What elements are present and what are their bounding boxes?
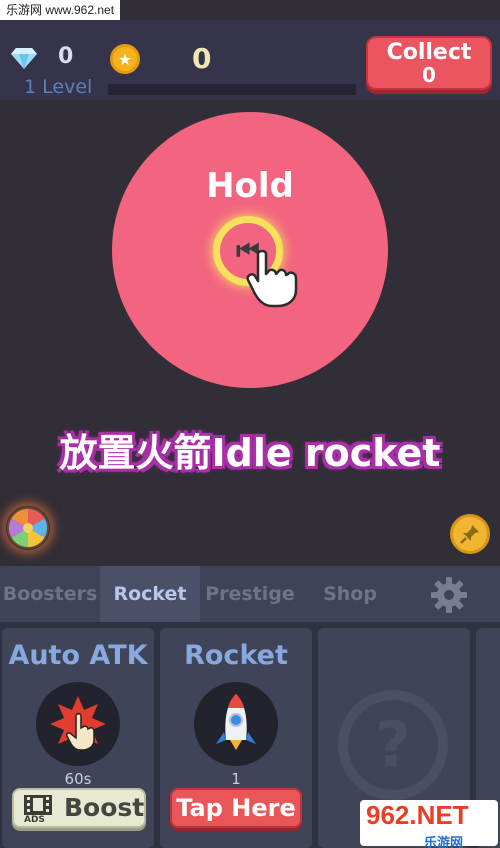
rocket-value: 1: [231, 770, 241, 788]
gear-icon[interactable]: [430, 576, 468, 614]
rocket-title: Rocket: [184, 640, 288, 671]
pushpin-icon: [460, 525, 479, 544]
game-screen: 乐游网 www.962.net 0 ★ 0 1 Level Collect 0 …: [0, 0, 500, 848]
hold-label: Hold: [206, 166, 294, 206]
game-area[interactable]: Hold ⏮ 放置火箭Idle rocket: [0, 100, 500, 566]
coin-count: 0: [192, 42, 212, 75]
watermark-top: 乐游网 www.962.net: [0, 0, 121, 20]
collect-button[interactable]: Collect 0: [366, 36, 492, 90]
watermark-bottom-text: 962.NET: [366, 800, 469, 830]
fortune-wheel-icon[interactable]: [6, 506, 50, 550]
tap-target-icon: [36, 682, 120, 766]
coin-icon: ★: [110, 44, 140, 74]
boost-button[interactable]: ADS Boost: [12, 788, 146, 828]
level-progress-bar: [108, 84, 356, 95]
tap-here-button[interactable]: Tap Here: [170, 788, 302, 828]
tab-bar: Boosters Rocket Prestige Shop: [0, 566, 500, 622]
collect-label: Collect: [386, 40, 472, 65]
gem-count: 0: [58, 44, 74, 69]
tab-rocket[interactable]: Rocket: [100, 566, 200, 622]
tab-shop[interactable]: Shop: [300, 566, 400, 622]
game-title-overlay: 放置火箭Idle rocket: [59, 431, 441, 475]
auto-atk-title: Auto ATK: [8, 640, 148, 671]
collect-value: 0: [422, 63, 436, 87]
watermark-bottom-sub: 乐游网: [424, 835, 464, 848]
boost-label: Boost: [64, 793, 145, 822]
tab-prestige[interactable]: Prestige: [200, 566, 300, 622]
pin-icon[interactable]: [450, 514, 490, 554]
level-label: 1 Level: [24, 76, 93, 98]
question-icon: ?: [338, 690, 448, 800]
diamond-icon: [11, 48, 37, 69]
hand-pointer-icon: [246, 249, 298, 308]
tab-boosters[interactable]: Boosters: [0, 566, 100, 622]
watermark-bottom: 962.NET 乐游网: [360, 800, 498, 848]
rocket-icon: [194, 682, 278, 766]
auto-atk-value: 60s: [64, 770, 92, 788]
ads-badge: ADS: [24, 815, 45, 825]
